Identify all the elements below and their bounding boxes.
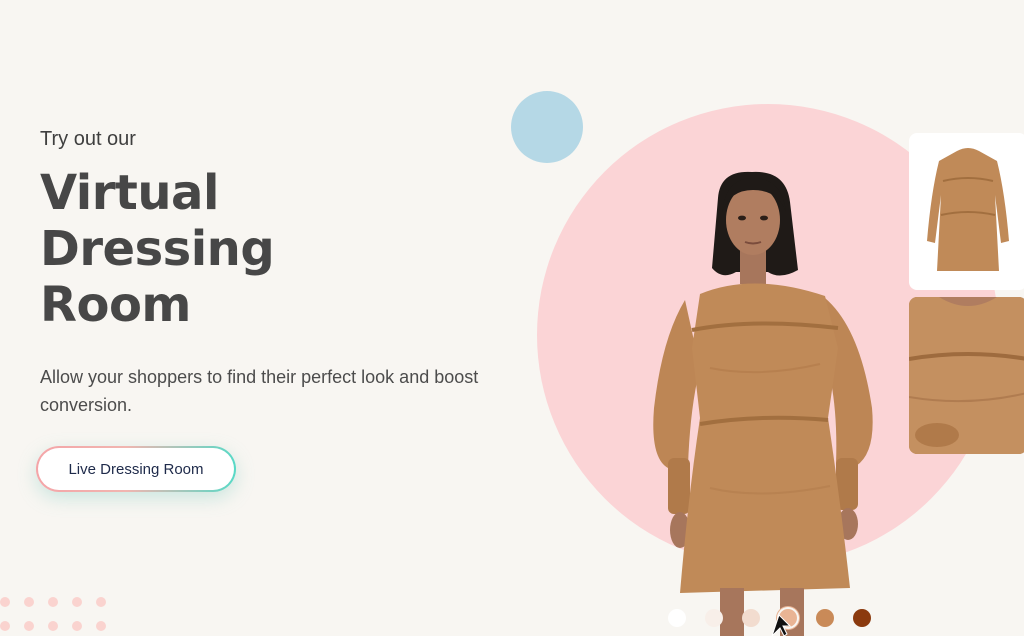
live-dressing-room-button[interactable]: Live Dressing Room (36, 446, 236, 492)
dot (48, 597, 58, 607)
swatch-5[interactable] (816, 609, 834, 627)
swatch-6[interactable] (853, 609, 871, 627)
decorative-blue-circle (511, 91, 583, 163)
hero-subcopy: Allow your shoppers to find their perfec… (40, 367, 479, 415)
swatch-2[interactable] (705, 609, 723, 627)
dot (96, 597, 106, 607)
swatch-3[interactable] (742, 609, 760, 627)
headline-line-3: Room (40, 277, 191, 333)
dot (48, 621, 58, 631)
hero-headline: Virtual Dressing Room (40, 165, 480, 333)
mouse-pointer-icon (771, 614, 792, 636)
dress-front-thumbnail[interactable] (909, 133, 1024, 290)
cta-label: Live Dressing Room (38, 448, 234, 490)
dot (96, 621, 106, 631)
dot (72, 597, 82, 607)
hero-copy: Try out our Virtual Dressing Room Allow … (40, 128, 480, 419)
dot (24, 621, 34, 631)
dot (0, 621, 10, 631)
hero-eyebrow: Try out our (40, 128, 136, 150)
model-image (653, 171, 873, 636)
fabric-detail-icon (909, 297, 1024, 454)
dot (0, 597, 10, 607)
dress-icon (927, 148, 1009, 271)
swatch-1[interactable] (668, 609, 686, 627)
headline-line-1: Virtual (40, 165, 219, 221)
headline-line-2: Dressing (40, 221, 275, 277)
decorative-dot-grid (0, 597, 106, 631)
dot (24, 597, 34, 607)
dot (72, 621, 82, 631)
dress-detail-thumbnail[interactable] (909, 297, 1024, 454)
